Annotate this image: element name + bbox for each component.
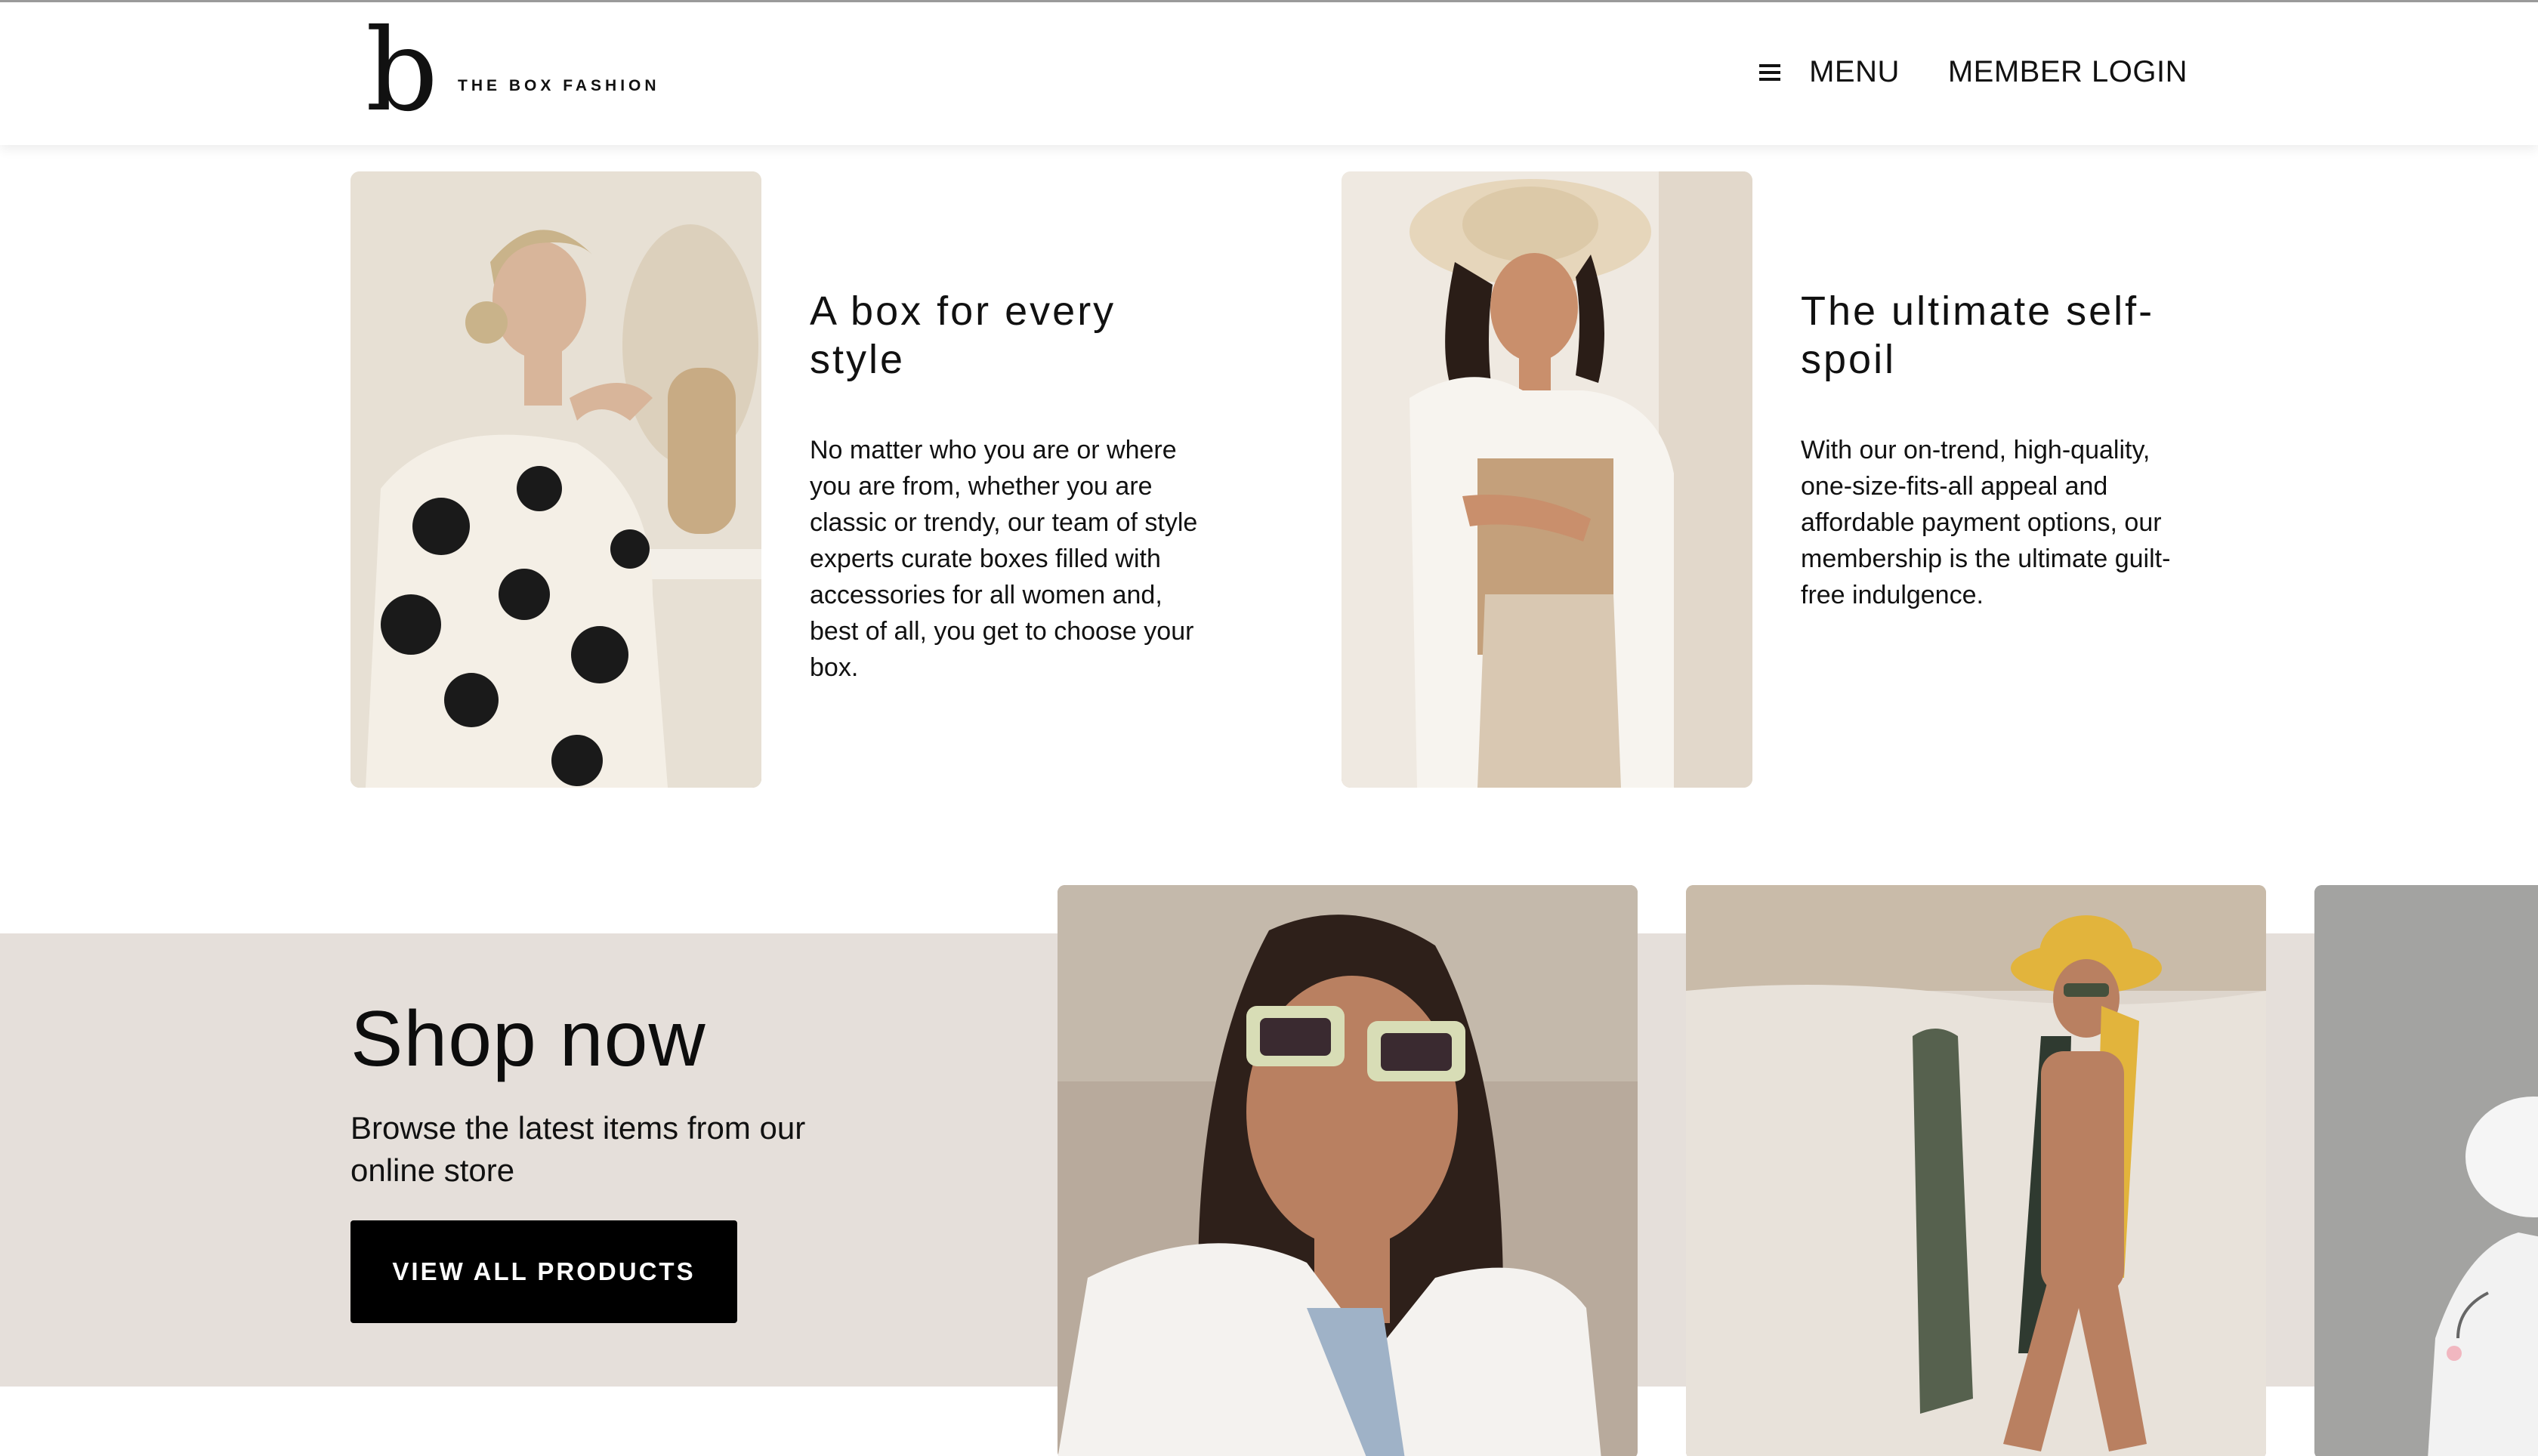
feature-body-self-spoil: With our on-trend, high-quality, one-siz… bbox=[1801, 436, 2171, 609]
hamburger-icon bbox=[1759, 63, 1782, 82]
feature-title-self-spoil: The ultimate self-spoil bbox=[1801, 288, 2155, 382]
feature-image-polka-dot-model bbox=[350, 171, 761, 788]
feature-image-hat-model bbox=[1342, 171, 1752, 788]
member-login-link[interactable]: MEMBER LOGIN bbox=[1948, 55, 2188, 89]
menu-label: MENU bbox=[1809, 55, 1900, 88]
view-all-products-button[interactable]: VIEW ALL PRODUCTS bbox=[350, 1220, 737, 1323]
header-nav: MENU MEMBER LOGIN bbox=[1759, 55, 2188, 89]
brand-logo-mark: b bbox=[366, 5, 439, 137]
shop-now-subtitle: Browse the latest items from our online … bbox=[350, 1110, 806, 1188]
product-image-sunglasses-model[interactable] bbox=[1058, 885, 1638, 1456]
feature-body-every-style: No matter who you are or where you are f… bbox=[810, 436, 1198, 682]
brand-name: THE BOX FASHION bbox=[458, 77, 660, 94]
product-image-third-partial[interactable] bbox=[2314, 885, 2538, 1456]
menu-button[interactable]: MENU bbox=[1759, 55, 1900, 89]
brand-logo[interactable]: b THE BOX FASHION bbox=[366, 14, 660, 128]
site-header: b THE BOX FASHION MENU MEMBER LOGIN bbox=[0, 0, 2538, 145]
page: b THE BOX FASHION MENU MEMBER LOGIN A bo… bbox=[0, 0, 2538, 1456]
shop-now-title: Shop now bbox=[350, 995, 706, 1083]
product-image-beach-model[interactable] bbox=[1686, 885, 2266, 1456]
feature-title-every-style: A box for every style bbox=[810, 288, 1116, 382]
